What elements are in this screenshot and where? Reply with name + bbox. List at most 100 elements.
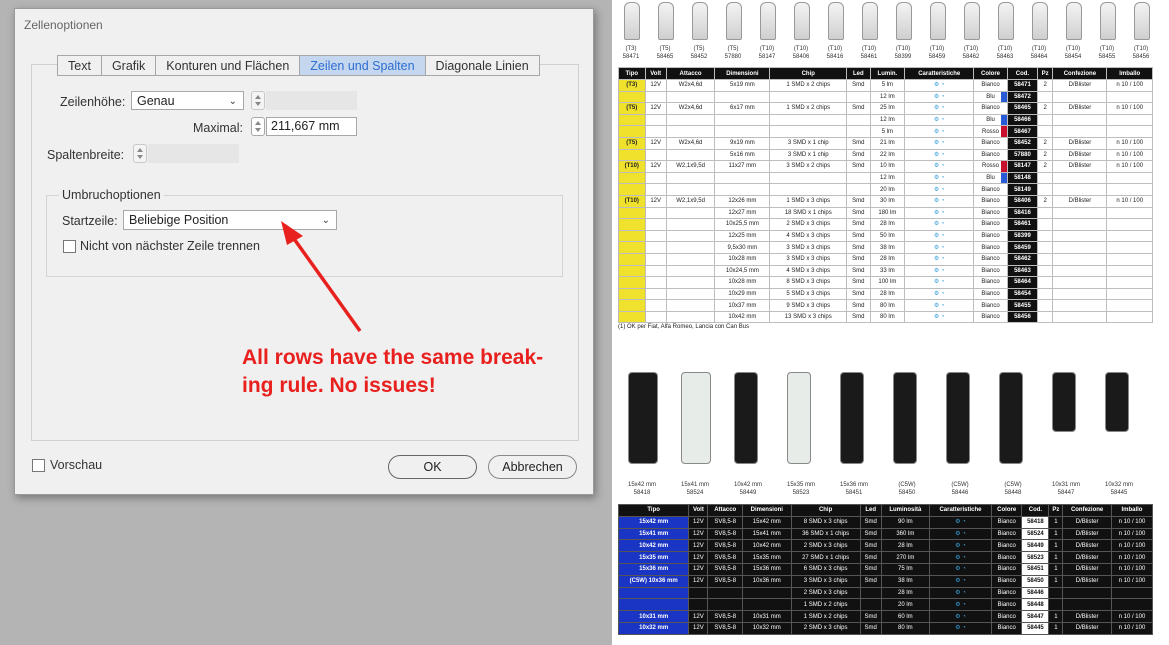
t10-bulb-image [930, 2, 946, 40]
bulb-type-caption: (T3) [625, 46, 637, 52]
feature-icons: ⚙ ◔ [933, 221, 945, 228]
bulb-code-caption: 58462 [962, 54, 980, 60]
table-cell [707, 598, 743, 612]
table-header-cell: Luminosità [880, 504, 930, 517]
table-cell: SV8,5-8 [707, 539, 743, 553]
table-cell [1106, 218, 1153, 231]
table-cell: ⚙ ◔ [904, 90, 975, 104]
table-cell: 38 lm [869, 241, 906, 254]
table-cell: 1 SMD x 2 chips [769, 79, 848, 92]
feature-icons: ⚙ ◔ [933, 151, 945, 158]
table-cell: 4 SMD x 3 chips [769, 264, 848, 278]
table-header-cell: Lumin. [869, 67, 906, 80]
table-cell [1052, 264, 1108, 278]
table-cell: 2 SMD x 3 chips [790, 539, 861, 553]
table-cell: Smd [846, 276, 871, 289]
table-cell: 75 lm [880, 562, 930, 576]
table-cell: D/Blister [1062, 574, 1112, 588]
table-cell [644, 264, 667, 278]
table-cell: 8 SMD x 3 chips [769, 276, 848, 289]
table-row: (T5) 12V W2x4,6d 6x17 mm 1 SMD x 2 chips Smd 2… [618, 102, 1153, 115]
table-cell: 50 lm [869, 229, 906, 243]
table-cell: 12V [688, 562, 709, 576]
table-cell: D/Blister [1062, 562, 1112, 576]
table-cell: 58399 [1006, 229, 1039, 243]
table-cell: D/Blister [1052, 148, 1108, 162]
table-row: (T5) 12V W2x4,6d 9x19 mm 3 SMD x 1 chip Smd 21… [618, 136, 1153, 150]
table-cell [1052, 218, 1108, 231]
table-cell: 2 SMD x 3 chips [790, 586, 861, 600]
table-cell: 2 [1037, 160, 1054, 173]
table-cell: 58446 [1021, 586, 1050, 600]
table-cell: 1 [1048, 610, 1064, 623]
festoon-size-caption: 15x35 mm [786, 482, 815, 488]
product-table-1: Tipo Volt Attacco Dimensioni Chip Led Lumin. Ca… [618, 67, 1153, 324]
table-cell [618, 276, 646, 289]
table-cell: 36 SMD x 1 chips [790, 527, 861, 541]
table-cell [644, 148, 667, 162]
table-cell: ⚙ ◔ [904, 148, 975, 162]
bulb-code-caption: 57880 [724, 54, 742, 60]
table-cell: 58406 [1006, 194, 1039, 208]
bulb-type-caption: (T10) [1099, 46, 1115, 52]
table-row: (T3) 12V W2x4,6d 5x19 mm 1 SMD x 2 chips Smd 5… [618, 79, 1153, 92]
table-cell [1052, 287, 1108, 301]
table-cell [1106, 171, 1153, 185]
table-cell [846, 90, 871, 104]
bulb-code-caption: 58147 [758, 54, 776, 60]
bulb-type-caption: (T10) [861, 46, 877, 52]
feature-icons: ⚙ ◔ [933, 290, 945, 297]
table-cell: 2 [1037, 102, 1054, 115]
table-cell: D/Blister [1052, 194, 1108, 208]
bulb-code-caption: 58452 [690, 54, 708, 60]
table-header-cell: Chip [790, 504, 861, 517]
table-cell [1062, 586, 1112, 600]
table-cell: 2 [1037, 136, 1054, 150]
table-cell [1106, 264, 1153, 278]
table-cell: 1 SMD x 2 chips [790, 598, 861, 612]
table-row: 10x37 mm 9 SMD x 3 chips Smd 80 lm ⚙ ◔ Bianco… [618, 299, 1153, 312]
table-cell: Bianco [973, 148, 1008, 162]
table-cell [665, 183, 716, 196]
table-cell: 15x35 mm [741, 551, 792, 564]
table-cell [1106, 287, 1153, 301]
bulb-type-caption: (T5) [693, 46, 705, 52]
table-cell: 12V [644, 136, 667, 150]
table-cell: Bianco [991, 574, 1023, 588]
feature-icons: ⚙ ◔ [933, 140, 945, 147]
table-cell: ⚙ ◔ [904, 287, 975, 301]
table-cell: n 10 / 100 [1110, 621, 1154, 635]
table-cell [618, 171, 646, 185]
table-header-cell: Caratteristiche [928, 504, 993, 517]
table-row: 12x27 mm 18 SMD x 1 chips Smd 180 lm ⚙ ◔ Bian… [618, 206, 1153, 220]
table-cell [1052, 252, 1108, 266]
table-row: 1 SMD x 2 chips 20 lm ⚙ ◔ Bianco 58448 [617, 598, 1154, 612]
annotation-line-1: All rows have the same break- [242, 346, 544, 369]
festoon-code-caption: 58445 [1110, 490, 1128, 496]
table-cell: D/Blister [1062, 527, 1112, 541]
table-cell: (T5) [618, 136, 646, 150]
table-cell: D/Blister [1052, 79, 1108, 92]
table-cell [1037, 264, 1054, 278]
table-cell: Smd [846, 252, 871, 266]
table-cell: Bianco [973, 276, 1008, 289]
table-cell: 3 SMD x 3 chips [790, 574, 861, 588]
festoon-bulb-image [787, 372, 811, 464]
table-cell: ⚙ ◔ [928, 562, 993, 576]
table-cell: 15x41 mm [617, 527, 690, 541]
table-cell: ⚙ ◔ [904, 229, 975, 243]
table-header-cell: Pz [1037, 67, 1054, 80]
table-row: 9,5x30 mm 3 SMD x 3 chips Smd 38 lm ⚙ ◔ Bianc… [618, 241, 1153, 254]
table-cell: W2x4,6d [665, 136, 716, 150]
table-cell: n 10 / 100 [1110, 551, 1154, 564]
table-cell [1052, 229, 1108, 243]
table-header-cell: Imballo [1106, 67, 1153, 80]
table-cell: Bianco [973, 229, 1008, 243]
table-cell [644, 299, 667, 312]
table-cell [1052, 299, 1108, 312]
table-cell: 4 SMD x 3 chips [769, 229, 848, 243]
table-cell: 58450 [1021, 574, 1050, 588]
table-cell: ⚙ ◔ [904, 79, 975, 92]
table-cell: Bianco [973, 218, 1008, 231]
table-cell [1062, 598, 1112, 612]
